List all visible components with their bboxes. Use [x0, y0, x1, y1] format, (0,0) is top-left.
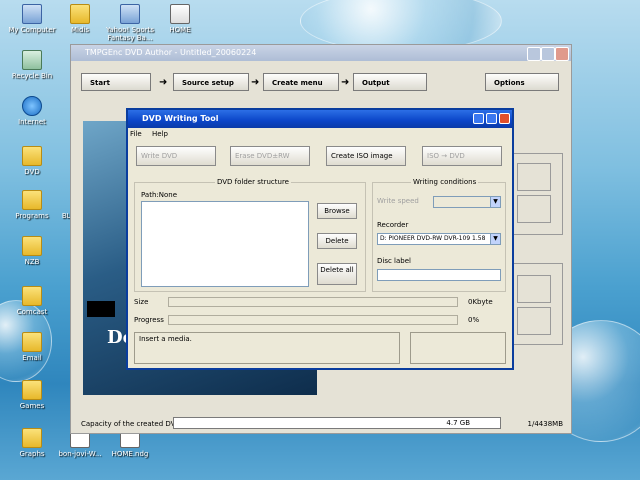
arrow-right-icon: ➜ [159, 77, 168, 88]
right-panel-box [517, 163, 551, 191]
desktop-icon-label: DVD [24, 168, 40, 176]
maximize-button[interactable] [541, 47, 555, 61]
create-menu-button[interactable]: Create menu [263, 73, 339, 91]
dropdown-arrow-icon: ▼ [490, 197, 500, 207]
maximize-button[interactable] [486, 113, 497, 124]
right-panel-box [517, 307, 551, 335]
path-label: Path:None [141, 191, 177, 199]
output-button[interactable]: Output [353, 73, 427, 91]
source-setup-button[interactable]: Source setup [173, 73, 249, 91]
recycle-bin-icon [22, 50, 42, 70]
right-panel-box [517, 275, 551, 303]
progress-value: 0% [468, 316, 480, 324]
write-dvd-button[interactable]: Write DVD [136, 146, 216, 166]
delete-button[interactable]: Delete [317, 233, 357, 249]
menubar: File Help [128, 128, 512, 140]
options-button[interactable]: Options [485, 73, 559, 91]
delete-all-button[interactable]: Delete all [317, 263, 357, 285]
dvd-folder-legend: DVD folder structure [215, 178, 291, 186]
disc-label-label: Disc label [377, 257, 411, 265]
dropdown-arrow-icon: ▼ [490, 234, 500, 244]
start-button[interactable]: Start [81, 73, 151, 91]
recorder-combo[interactable]: D: PIONEER DVD-RW DVR-109 1.58 ▼ [377, 233, 501, 245]
menu-file[interactable]: File [130, 130, 142, 138]
dvd-titlebar[interactable]: DVD Writing Tool [128, 110, 512, 128]
progress-label: Progress [134, 316, 164, 324]
dvd-writing-tool-window: DVD Writing Tool File Help Write DVD Era… [126, 108, 514, 370]
close-button[interactable] [555, 47, 569, 61]
tmpgenc-toolbar: Start ➜ Source setup ➜ Create menu ➜ Out… [81, 71, 561, 95]
folder-icon [70, 4, 90, 24]
folder-icon [22, 380, 42, 400]
capacity-mb: 1/4438MB [527, 420, 563, 428]
status-message: Insert a media. [134, 332, 400, 364]
size-value: 0Kbyte [468, 298, 493, 306]
desktop-icon[interactable]: HOME [150, 4, 210, 34]
folder-icon [22, 332, 42, 352]
writing-conditions-group: Writing conditions Write speed ▼ Recorde… [372, 178, 506, 292]
menu-help[interactable]: Help [152, 130, 168, 138]
folder-icon [22, 190, 42, 210]
desktop-icon-label: HOME [169, 26, 191, 34]
folder-icon [22, 146, 42, 166]
folder-icon [22, 428, 42, 448]
desktop-icon[interactable]: DVD [2, 146, 62, 176]
status-panel [410, 332, 506, 364]
minimize-button[interactable] [527, 47, 541, 61]
folder-icon [22, 236, 42, 256]
capacity-bar: 4.7 GB [173, 417, 501, 429]
size-bar [168, 297, 458, 307]
tmpgenc-title: TMPGEnc DVD Author - Untitled_20060224 [85, 48, 257, 57]
computer-icon [22, 4, 42, 24]
folder-icon [22, 286, 42, 306]
folder-listbox[interactable] [141, 201, 309, 287]
image-file-icon [170, 4, 190, 24]
iso-to-dvd-button[interactable]: ISO → DVD [422, 146, 502, 166]
disc-label-input[interactable] [377, 269, 501, 281]
erase-dvd-button[interactable]: Erase DVD±RW [230, 146, 310, 166]
arrow-right-icon: ➜ [251, 77, 260, 88]
right-panel-box [517, 195, 551, 223]
capacity-label: Capacity of the created DVD: [81, 420, 184, 428]
dvd-folder-group: DVD folder structure Path:None Browse De… [134, 178, 366, 292]
dvd-title: DVD Writing Tool [142, 114, 219, 123]
arrow-right-icon: ➜ [341, 77, 350, 88]
tmpgenc-titlebar[interactable]: TMPGEnc DVD Author - Untitled_20060224 [71, 45, 571, 61]
shortcut-icon [120, 4, 140, 24]
recorder-label: Recorder [377, 221, 409, 229]
internet-explorer-icon [22, 96, 42, 116]
capacity-value: 4.7 GB [446, 419, 470, 427]
progress-bar [168, 315, 458, 325]
write-speed-label: Write speed [377, 197, 419, 205]
close-button[interactable] [499, 113, 510, 124]
minimize-button[interactable] [473, 113, 484, 124]
size-label: Size [134, 298, 149, 306]
browse-button[interactable]: Browse [317, 203, 357, 219]
desktop-icon-label: HOME.ndg [111, 450, 149, 458]
write-speed-combo[interactable]: ▼ [433, 196, 501, 208]
writing-conditions-legend: Writing conditions [411, 178, 479, 186]
create-iso-button[interactable]: Create ISO image [326, 146, 406, 166]
